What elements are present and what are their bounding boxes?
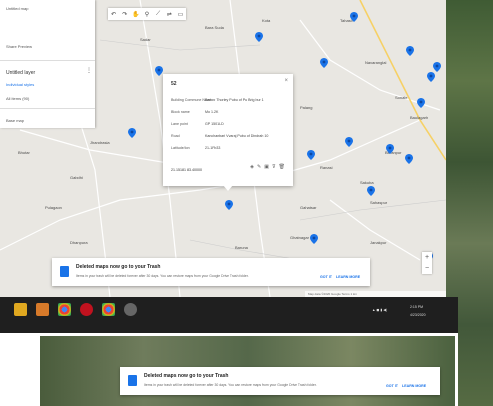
divider <box>0 60 95 61</box>
notification-title: Deleted maps now go to your Trash <box>144 373 229 379</box>
redo-icon[interactable]: ↷ <box>121 11 128 18</box>
town-label: Gahatsar <box>300 205 317 210</box>
info-actions: ◈ ✎ ▣ ⊽ 🗑 <box>250 164 285 170</box>
map-marker[interactable] <box>367 186 375 196</box>
info-row: Building Commune NumberBan ... Thorley P… <box>171 98 264 102</box>
map-marker[interactable] <box>386 144 394 154</box>
map-marker[interactable] <box>155 66 163 76</box>
map-toolbar: ↶ ↷ ✋ ⚲ ⟋ ⇌ ▭ <box>108 8 186 20</box>
trash-icon <box>60 266 69 277</box>
info-window-pointer <box>223 185 233 191</box>
notification-body: Items in your trash will be deleted fore… <box>144 383 317 387</box>
more-vert-icon[interactable]: ⋮ <box>86 67 92 74</box>
zoom-out-button[interactable]: − <box>422 263 432 274</box>
town-label: Sakuba <box>360 180 374 185</box>
info-row: Lane point GP 1501LD <box>171 122 224 126</box>
town-label: Navaranglal <box>365 60 387 65</box>
town-label: Baulagarh <box>410 115 429 120</box>
base-map-toggle[interactable]: Base map <box>6 118 24 123</box>
info-row: Block name Mo 1.2K <box>171 110 219 114</box>
windows-taskbar: ▲ ◼ ▮ ◀) 2:15 PM 4/23/2020 <box>0 297 458 333</box>
town-label: Pulagaon <box>45 205 62 210</box>
map-marker[interactable] <box>255 32 263 42</box>
learn-more-link[interactable]: LEARN MORE <box>402 384 426 388</box>
town-label: Sahaspur <box>370 200 388 205</box>
feature-info-window: 52 × Building Commune NumberBan ... Thor… <box>163 74 293 186</box>
camera-icon[interactable]: ▣ <box>264 164 269 170</box>
clock-date[interactable]: 4/23/2020 <box>410 313 426 317</box>
marker-icon[interactable]: ⚲ <box>143 11 150 18</box>
town-label: Janakpur <box>370 240 387 245</box>
town-label: Jhandrasia <box>90 140 110 145</box>
got-it-button[interactable]: GOT IT <box>320 275 332 279</box>
ruler-icon[interactable]: ▭ <box>177 11 184 18</box>
zoom-in-button[interactable]: + <box>422 252 432 263</box>
files-icon[interactable] <box>36 303 49 316</box>
map-marker[interactable] <box>417 98 425 108</box>
clock-time[interactable]: 2:15 PM <box>410 305 423 309</box>
trash-icon <box>128 375 137 386</box>
town-label: Sadar <box>140 37 151 42</box>
close-icon[interactable]: × <box>284 78 288 84</box>
layer-style-link[interactable]: Individual styles <box>6 82 34 87</box>
hand-icon[interactable]: ✋ <box>132 11 139 18</box>
town-label: Ranasi <box>320 165 333 170</box>
trash-notification: Deleted maps now go to your Trash Items … <box>52 258 370 286</box>
town-label: Baruna <box>235 245 248 250</box>
got-it-button[interactable]: GOT IT <box>386 384 398 388</box>
paint-icon[interactable]: ◈ <box>250 164 254 170</box>
trash-notification-duplicate: Deleted maps now go to your Trash Items … <box>120 367 440 395</box>
map-marker[interactable] <box>128 128 136 138</box>
map-marker-selected[interactable] <box>225 200 233 210</box>
opera-icon[interactable] <box>80 303 93 316</box>
map-marker[interactable] <box>310 234 318 244</box>
line-icon[interactable]: ⟋ <box>155 11 162 18</box>
layer-count[interactable]: All items (90) <box>6 96 29 101</box>
map-sidebar-panel: Untitled map Share Preview Untitled laye… <box>0 0 95 128</box>
town-label: Kota <box>262 18 271 23</box>
coordinates-label: 21.15181 83.40000 <box>171 168 202 172</box>
town-label: Bhutar <box>18 150 30 155</box>
chrome-icon[interactable] <box>58 303 71 316</box>
delete-icon[interactable]: 🗑 <box>279 164 285 170</box>
map-marker[interactable] <box>433 62 441 72</box>
settings-icon[interactable] <box>124 303 137 316</box>
town-label: Dhanpura <box>70 240 88 245</box>
zoom-controls: + − <box>422 252 432 274</box>
map-marker[interactable] <box>320 58 328 68</box>
filter-icon[interactable]: ⊽ <box>272 164 276 170</box>
route-icon[interactable]: ⇌ <box>166 11 173 18</box>
map-marker[interactable] <box>405 154 413 164</box>
town-label: Bara Suda <box>205 25 224 30</box>
map-marker[interactable] <box>307 150 315 160</box>
town-label: Sonale <box>395 95 408 100</box>
divider <box>0 108 95 109</box>
share-preview-links[interactable]: Share Preview <box>6 44 32 49</box>
map-marker[interactable] <box>427 72 435 82</box>
town-label: Gabdhi <box>70 175 83 180</box>
info-row: Latitude/lon 21-1Fb33 <box>171 146 221 150</box>
info-row: Road Kanchanbari Vvaraj Pubu of Dindrah 1… <box>171 134 269 138</box>
map-marker[interactable] <box>350 12 358 22</box>
undo-icon[interactable]: ↶ <box>110 11 117 18</box>
map-title[interactable]: Untitled map <box>6 6 28 11</box>
file-explorer-icon[interactable] <box>14 303 27 316</box>
edit-icon[interactable]: ✎ <box>257 164 261 170</box>
layer-title[interactable]: Untitled layer <box>6 70 35 76</box>
system-tray[interactable]: ▲ ◼ ▮ ◀) <box>372 308 387 312</box>
map-marker[interactable] <box>406 46 414 56</box>
map-marker[interactable] <box>345 137 353 147</box>
learn-more-link[interactable]: LEARN MORE <box>336 275 360 279</box>
notification-body: Items in your trash will be deleted fore… <box>76 274 249 278</box>
town-label: Palang <box>300 105 313 110</box>
notification-title: Deleted maps now go to your Trash <box>76 264 161 270</box>
info-window-title: 52 <box>171 81 177 87</box>
chrome-icon-2[interactable] <box>102 303 115 316</box>
town-label: Ghatnagar <box>290 235 309 240</box>
